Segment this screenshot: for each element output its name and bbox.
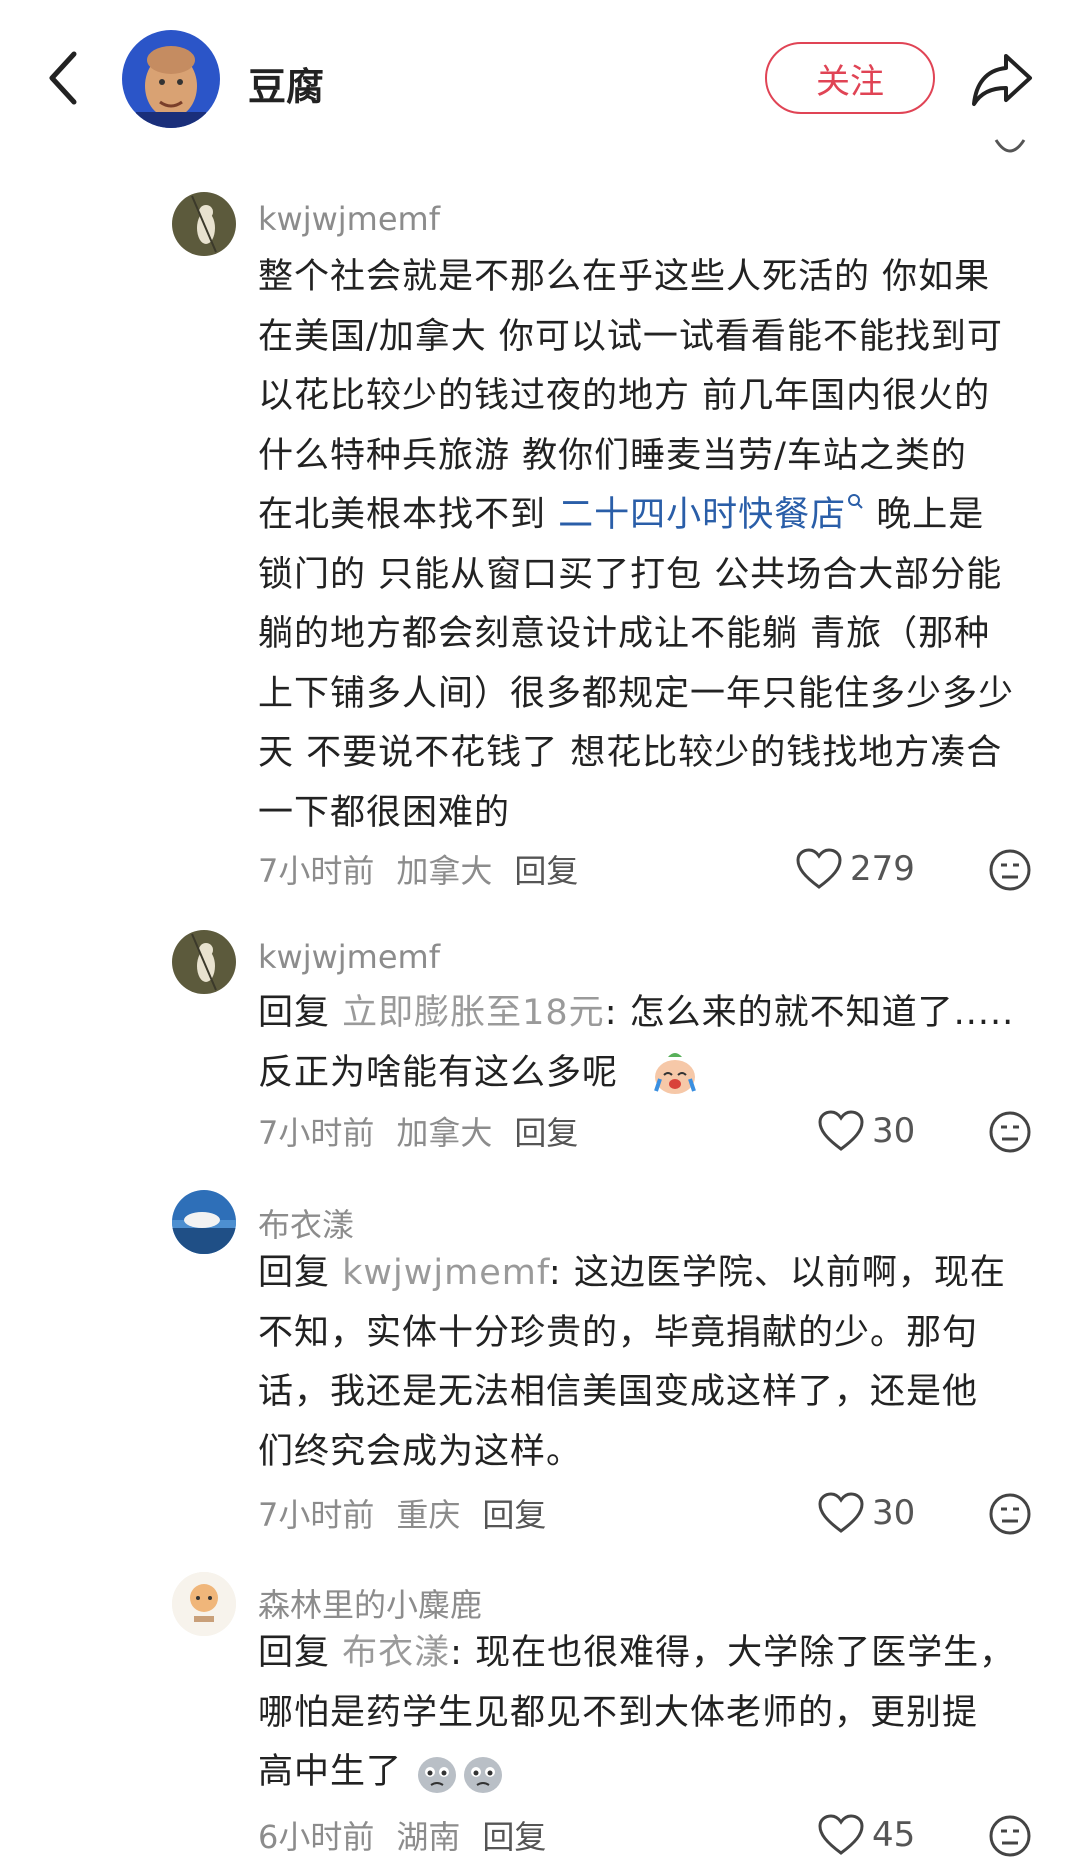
comment-location: 重庆	[396, 1496, 461, 1534]
heart-icon	[818, 1110, 864, 1151]
reply-to-user[interactable]: 布衣漾	[342, 1633, 450, 1673]
partial-icon	[994, 139, 1026, 153]
dislike-icon[interactable]	[988, 1814, 1032, 1858]
back-arrow-icon[interactable]	[44, 48, 84, 108]
comment-line: 躺的地方都会刻意设计成让不能躺 青旅（那种	[258, 614, 991, 654]
comment-line: 们终究会成为这样。	[258, 1431, 583, 1472]
comment-line: 高中生了	[258, 1743, 1048, 1803]
like-count: 279	[850, 849, 915, 889]
comment-meta: 7小时前 重庆 回复	[258, 1490, 568, 1536]
like-count: 30	[872, 1111, 916, 1151]
like-button[interactable]: 30	[818, 1492, 915, 1534]
like-button[interactable]: 279	[796, 848, 915, 890]
comment-line-part: 高中生了	[258, 1752, 403, 1792]
commenter-name[interactable]: 布衣漾	[258, 1200, 354, 1246]
commenter-avatar[interactable]	[172, 1190, 236, 1254]
comment-time: 7小时前	[258, 852, 375, 890]
top-bar: 豆腐 关注	[0, 0, 1080, 160]
reply-button[interactable]: 回复	[514, 852, 578, 890]
author-avatar[interactable]	[122, 30, 220, 128]
like-button[interactable]: 30	[818, 1110, 915, 1152]
comment-line: 回复 kwjwjmemf: 这边医学院、以前啊，现在	[258, 1244, 1048, 1304]
comment-line: 上下铺多人间）很多都规定一年只能住多少多少	[258, 673, 1015, 714]
search-icon[interactable]	[846, 492, 864, 514]
reply-prefix: 回复	[258, 1633, 343, 1673]
comment-time: 7小时前	[258, 1496, 375, 1534]
sad-face-emoji-icon	[418, 1757, 457, 1793]
heart-icon	[818, 1814, 864, 1855]
heart-icon	[818, 1492, 864, 1533]
reply-button[interactable]: 回复	[514, 1114, 578, 1152]
comment-location: 加拿大	[396, 852, 493, 890]
comment-line: 反正为啥能有这么多呢	[258, 1044, 1048, 1104]
reply-prefix: 回复	[258, 993, 343, 1033]
reply-to-user[interactable]: kwjwjmemf	[342, 1253, 549, 1293]
comment-line: 回复 立即膨胀至18元: 怎么来的就不知道了.....	[258, 984, 1048, 1044]
comment-line-part: 反正为啥能有这么多呢	[258, 1052, 619, 1093]
comment-line: 天 不要说不花钱了 想花比较少的钱找地方凑合	[258, 733, 1003, 773]
commenter-name[interactable]: 森林里的小麋鹿	[258, 1580, 482, 1626]
dislike-icon[interactable]	[988, 848, 1032, 892]
dislike-icon[interactable]	[988, 1492, 1032, 1536]
commenter-name[interactable]: kwjwjmemf	[258, 200, 440, 238]
like-count: 30	[872, 1493, 916, 1533]
follow-button[interactable]: 关注	[765, 42, 935, 114]
comment-line-part: : 现在也很难得，大学除了医学生，	[450, 1633, 1016, 1673]
comment-line: 在美国/加拿大 你可以试一试看看能不能找到可	[258, 316, 1003, 357]
share-icon[interactable]	[970, 50, 1034, 108]
heart-icon	[796, 848, 842, 889]
comment-time: 6小时前	[258, 1818, 375, 1856]
page-title: 豆腐	[248, 65, 325, 109]
comment-text: 回复 立即膨胀至18元: 怎么来的就不知道了..... 反正为啥能有这么多呢	[258, 984, 1048, 1103]
commenter-avatar[interactable]	[172, 930, 236, 994]
sad-face-emoji-icon	[464, 1757, 503, 1793]
comment-text: 回复 布衣漾: 现在也很难得，大学除了医学生， 哪怕是药学生见都见不到大体老师的…	[258, 1624, 1048, 1803]
comment-line: 锁门的 只能从窗口买了打包 公共场合大部分能	[258, 554, 1003, 595]
reply-button[interactable]: 回复	[482, 1496, 546, 1534]
crying-emoji-icon	[654, 1052, 697, 1094]
comment-line: 什么特种兵旅游 教你们睡麦当劳/车站之类的	[258, 435, 967, 476]
commenter-avatar[interactable]	[172, 192, 236, 256]
like-button[interactable]: 45	[818, 1814, 915, 1856]
comment-line: 不知，实体十分珍贵的，毕竟捐献的少。那句	[258, 1312, 979, 1353]
comment-meta: 7小时前 加拿大 回复	[258, 846, 600, 892]
commenter-name[interactable]: kwjwjmemf	[258, 938, 440, 976]
comment-line-part: 晚上是	[864, 495, 985, 535]
reply-prefix: 回复	[258, 1253, 343, 1293]
comment-location: 加拿大	[396, 1114, 493, 1152]
search-link[interactable]: 二十四小时快餐店	[558, 495, 846, 535]
dislike-icon[interactable]	[988, 1110, 1032, 1154]
reply-button[interactable]: 回复	[482, 1818, 546, 1856]
comment-line: 以花比较少的钱过夜的地方 前几年国内很火的	[258, 376, 991, 416]
comment-location: 湖南	[396, 1818, 461, 1856]
comment-meta: 6小时前 湖南 回复	[258, 1812, 568, 1858]
comment-line: 哪怕是药学生见都见不到大体老师的，更别提	[258, 1692, 979, 1733]
comment-line: 话，我还是无法相信美国变成这样了，还是他	[258, 1372, 979, 1412]
reply-to-user[interactable]: 立即膨胀至18元	[342, 993, 605, 1033]
commenter-avatar[interactable]	[172, 1572, 236, 1636]
comment-line-part: 在北美根本找不到	[258, 495, 559, 535]
comment-line-part: : 这边医学院、以前啊，现在	[548, 1253, 1006, 1293]
comment-time: 7小时前	[258, 1114, 375, 1152]
comment-line: 在北美根本找不到 二十四小时快餐店 晚上是	[258, 486, 1048, 546]
comment-line: 回复 布衣漾: 现在也很难得，大学除了医学生，	[258, 1624, 1048, 1684]
like-count: 45	[872, 1815, 916, 1855]
comment-text: 回复 kwjwjmemf: 这边医学院、以前啊，现在 不知，实体十分珍贵的，毕竟…	[258, 1244, 1048, 1482]
comment-text: 整个社会就是不那么在乎这些人死活的 你如果 在美国/加拿大 你可以试一试看看能不…	[258, 248, 1048, 843]
comment-line-part: : 怎么来的就不知道了.....	[604, 993, 1015, 1033]
comment-meta: 7小时前 加拿大 回复	[258, 1108, 600, 1154]
comment-line: 整个社会就是不那么在乎这些人死活的 你如果	[258, 257, 991, 297]
comment-line: 一下都很困难的	[258, 792, 511, 833]
